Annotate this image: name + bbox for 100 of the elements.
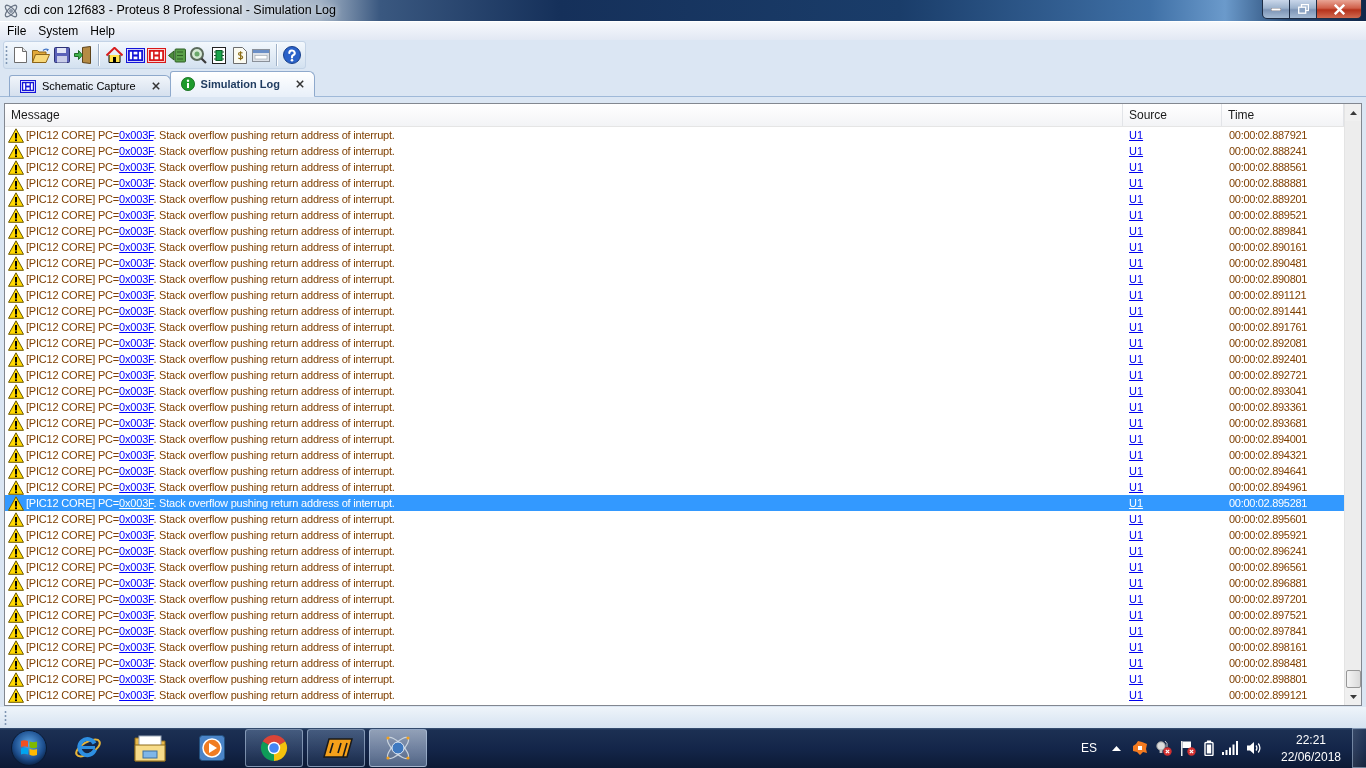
source-link[interactable]: U1 [1129,655,1144,671]
log-row[interactable]: [PIC12 CORE] PC=0x003F. Stack overflow pushing return address of interrupt. U1 00:00:02.896241 [5,543,1344,559]
log-row[interactable]: [PIC12 CORE] PC=0x003F. Stack overflow pushing return address of interrupt. U1 00:00:02.898801 [5,671,1344,687]
address-link[interactable]: 0x003F [119,209,154,221]
log-row[interactable]: [PIC12 CORE] PC=0x003F. Stack overflow pushing return address of interrupt. U1 00:00:02.895921 [5,527,1344,543]
log-row[interactable]: [PIC12 CORE] PC=0x003F. Stack overflow pushing return address of interrupt. U1 00:00:02.890801 [5,271,1344,287]
log-row[interactable]: [PIC12 CORE] PC=0x003F. Stack overflow pushing return address of interrupt. U1 00:00:02.897521 [5,607,1344,623]
log-row[interactable]: [PIC12 CORE] PC=0x003F. Stack overflow pushing return address of interrupt. U1 00:00:02.898481 [5,655,1344,671]
address-link[interactable]: 0x003F [119,193,154,205]
language-indicator[interactable]: ES [1081,741,1097,755]
source-link[interactable]: U1 [1129,127,1144,143]
source-link[interactable]: U1 [1129,527,1144,543]
address-link[interactable]: 0x003F [119,529,154,541]
toolbar-button[interactable] [188,44,208,66]
source-link[interactable]: U1 [1129,287,1144,303]
tab[interactable]: Simulation Log [169,71,315,97]
address-link[interactable]: 0x003F [119,273,154,285]
toolbar-button[interactable] [282,44,302,66]
source-link[interactable]: U1 [1129,159,1144,175]
log-row[interactable]: [PIC12 CORE] PC=0x003F. Stack overflow pushing return address of interrupt. U1 00:00:02.893361 [5,399,1344,415]
source-link[interactable]: U1 [1129,431,1144,447]
address-link[interactable]: 0x003F [119,321,154,333]
address-link[interactable]: 0x003F [119,305,154,317]
log-row[interactable]: [PIC12 CORE] PC=0x003F. Stack overflow pushing return address of interrupt. U1 00:00:02.890481 [5,255,1344,271]
address-link[interactable]: 0x003F [119,481,154,493]
log-row[interactable]: [PIC12 CORE] PC=0x003F. Stack overflow pushing return address of interrupt. U1 00:00:02.894961 [5,479,1344,495]
source-link[interactable]: U1 [1129,207,1144,223]
log-row[interactable]: [PIC12 CORE] PC=0x003F. Stack overflow pushing return address of interrupt. U1 00:00:02.898161 [5,639,1344,655]
source-link[interactable]: U1 [1129,335,1144,351]
source-link[interactable]: U1 [1129,399,1144,415]
address-link[interactable]: 0x003F [119,561,154,573]
log-row[interactable]: [PIC12 CORE] PC=0x003F. Stack overflow pushing return address of interrupt. U1 00:00:02.896561 [5,559,1344,575]
grip-handle[interactable] [4,709,7,726]
address-link[interactable]: 0x003F [119,129,154,141]
source-link[interactable]: U1 [1129,255,1144,271]
column-header[interactable]: Source [1123,104,1222,126]
menu-item[interactable]: System [32,22,85,40]
source-link[interactable]: U1 [1129,591,1144,607]
source-link[interactable]: U1 [1129,143,1144,159]
log-row[interactable]: [PIC12 CORE] PC=0x003F. Stack overflow pushing return address of interrupt. U1 00:00:02.888881 [5,175,1344,191]
source-link[interactable]: U1 [1129,447,1144,463]
address-link[interactable]: 0x003F [119,289,154,301]
log-row[interactable]: [PIC12 CORE] PC=0x003F. Stack overflow pushing return address of interrupt. U1 00:00:02.895601 [5,511,1344,527]
address-link[interactable]: 0x003F [119,385,154,397]
address-link[interactable]: 0x003F [119,337,154,349]
log-row[interactable]: [PIC12 CORE] PC=0x003F. Stack overflow pushing return address of interrupt. U1 00:00:02.891441 [5,303,1344,319]
log-row[interactable]: [PIC12 CORE] PC=0x003F. Stack overflow pushing return address of interrupt. U1 00:00:02.894321 [5,447,1344,463]
log-row[interactable]: [PIC12 CORE] PC=0x003F. Stack overflow pushing return address of interrupt. U1 00:00:02.896881 [5,575,1344,591]
log-row[interactable]: [PIC12 CORE] PC=0x003F. Stack overflow pushing return address of interrupt. U1 00:00:02.891121 [5,287,1344,303]
source-link[interactable]: U1 [1129,639,1144,655]
minimize-button[interactable] [1262,0,1290,19]
address-link[interactable]: 0x003F [119,417,154,429]
show-desktop-button[interactable] [1352,728,1366,768]
scroll-thumb[interactable] [1345,670,1361,688]
menu-item[interactable]: File [1,22,33,40]
log-row[interactable]: [PIC12 CORE] PC=0x003F. Stack overflow pushing return address of interrupt. U1 00:00:02.887921 [5,127,1344,143]
source-link[interactable]: U1 [1129,303,1144,319]
log-row[interactable]: [PIC12 CORE] PC=0x003F. Stack overflow pushing return address of interrupt. U1 00:00:02.897201 [5,591,1344,607]
source-link[interactable]: U1 [1129,271,1144,287]
address-link[interactable]: 0x003F [119,513,154,525]
clock-time[interactable]: 22:21 [1296,732,1326,747]
restore-button[interactable] [1289,0,1317,19]
address-link[interactable]: 0x003F [119,689,154,701]
source-link[interactable]: U1 [1129,239,1144,255]
log-row[interactable]: [PIC12 CORE] PC=0x003F. Stack overflow pushing return address of interrupt. U1 00:00:02.897841 [5,623,1344,639]
address-link[interactable]: 0x003F [119,257,154,269]
log-row[interactable]: [PIC12 CORE] PC=0x003F. Stack overflow pushing return address of interrupt. U1 00:00:02.893041 [5,383,1344,399]
address-link[interactable]: 0x003F [119,161,154,173]
source-link[interactable]: U1 [1129,623,1144,639]
address-link[interactable]: 0x003F [119,177,154,189]
address-link[interactable]: 0x003F [119,673,154,685]
source-link[interactable]: U1 [1129,607,1144,623]
source-link[interactable]: U1 [1129,319,1144,335]
log-row[interactable]: [PIC12 CORE] PC=0x003F. Stack overflow pushing return address of interrupt. U1 00:00:02.890161 [5,239,1344,255]
address-link[interactable]: 0x003F [119,465,154,477]
log-row[interactable]: [PIC12 CORE] PC=0x003F. Stack overflow pushing return address of interrupt. U1 00:00:02.894641 [5,463,1344,479]
close-button[interactable] [1316,0,1362,19]
address-link[interactable]: 0x003F [119,145,154,157]
source-link[interactable]: U1 [1129,415,1144,431]
address-link[interactable]: 0x003F [119,225,154,237]
source-link[interactable]: U1 [1129,175,1144,191]
address-link[interactable]: 0x003F [119,641,154,653]
address-link[interactable]: 0x003F [119,609,154,621]
log-row[interactable]: [PIC12 CORE] PC=0x003F. Stack overflow pushing return address of interrupt. U1 00:00:02.892401 [5,351,1344,367]
source-link[interactable]: U1 [1129,223,1144,239]
log-row[interactable]: [PIC12 CORE] PC=0x003F. Stack overflow pushing return address of interrupt. U1 00:00:02.888241 [5,143,1344,159]
menu-item[interactable]: Help [84,22,122,40]
grip-handle[interactable] [5,45,8,65]
address-link[interactable]: 0x003F [119,433,154,445]
source-link[interactable]: U1 [1129,351,1144,367]
address-link[interactable]: 0x003F [119,577,154,589]
source-link[interactable]: U1 [1129,575,1144,591]
source-link[interactable]: U1 [1129,383,1144,399]
taskbar-app-button[interactable] [307,729,365,767]
address-link[interactable]: 0x003F [119,401,154,413]
source-link[interactable]: U1 [1129,511,1144,527]
source-link[interactable]: U1 [1129,479,1144,495]
address-link[interactable]: 0x003F [119,449,154,461]
toolbar-button[interactable] [73,44,93,66]
address-link[interactable]: 0x003F [119,625,154,637]
